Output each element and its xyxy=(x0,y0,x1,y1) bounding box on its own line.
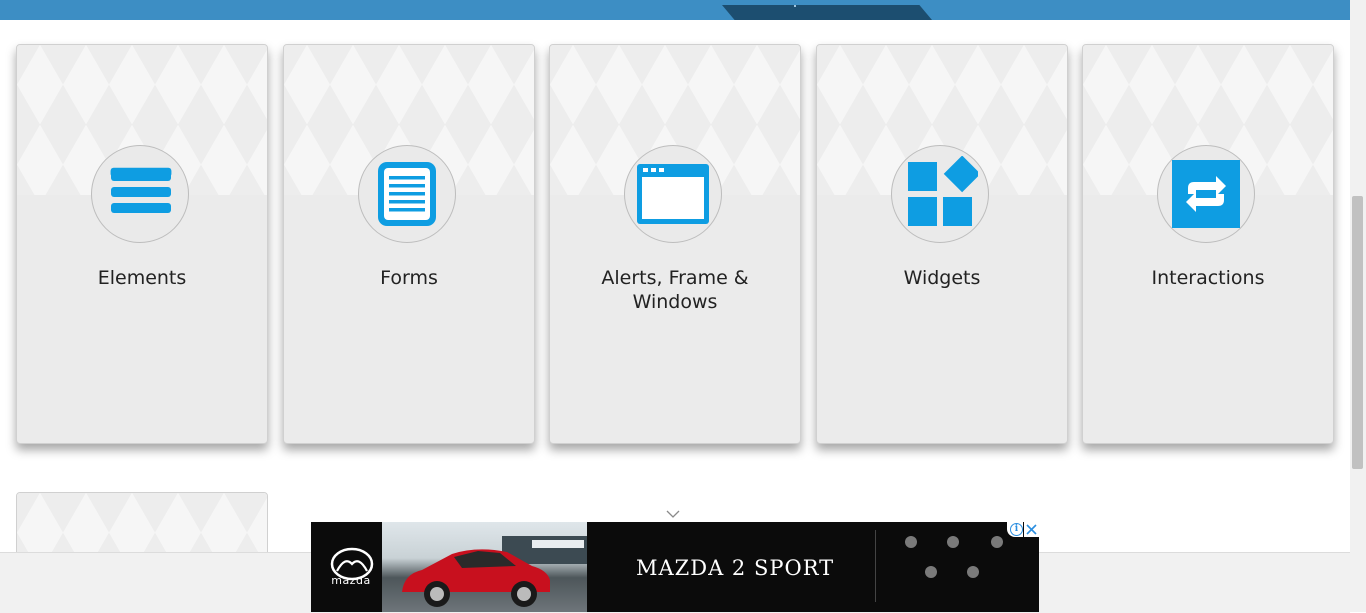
close-icon[interactable] xyxy=(1024,522,1039,537)
refresh-arrows-icon xyxy=(1172,160,1240,228)
card-icon-circle xyxy=(891,145,989,243)
header-tab[interactable] xyxy=(722,5,932,20)
ad-info-icon[interactable]: i xyxy=(1007,522,1023,537)
red-car-image xyxy=(402,549,550,607)
card-title: Alerts, Frame & Windows xyxy=(601,267,749,313)
card-forms[interactable]: Forms xyxy=(283,44,535,444)
card-icon-circle xyxy=(1157,145,1255,243)
ad-banner[interactable]: mazda MAZDA 2 SPORT i xyxy=(311,522,1039,612)
ad-feature-icon xyxy=(911,566,951,580)
list-lines-icon xyxy=(110,167,172,213)
scrollbar-thumb[interactable] xyxy=(1352,196,1363,469)
browser-window-icon xyxy=(637,164,709,224)
widget-grid-icon xyxy=(908,156,978,226)
card-icon-circle xyxy=(358,145,456,243)
ad-divider xyxy=(875,530,876,602)
mazda-logo-icon xyxy=(330,547,374,581)
card-title: Elements xyxy=(97,267,187,289)
ad-feature-icon xyxy=(891,536,931,550)
ad-feature-icon xyxy=(977,536,1017,550)
card-title: Widgets xyxy=(903,267,981,289)
card-interactions[interactable]: Interactions xyxy=(1082,44,1334,444)
card-icon-circle xyxy=(91,145,189,243)
ad-brand-text: mazda xyxy=(331,574,371,587)
ad-features xyxy=(891,536,1021,596)
card-title: Forms xyxy=(380,267,438,289)
card-title: Interactions xyxy=(1151,267,1265,289)
top-header-bar xyxy=(0,0,1350,20)
card-icon-circle xyxy=(624,145,722,243)
card-widgets[interactable]: Widgets xyxy=(816,44,1068,444)
info-icon: i xyxy=(1010,523,1023,536)
ad-car-photo xyxy=(382,522,587,612)
chevron-down-icon[interactable] xyxy=(666,509,680,519)
document-icon xyxy=(378,162,436,226)
header-tab-marker xyxy=(794,5,796,7)
ad-feature-icon xyxy=(933,536,973,550)
card-elements[interactable]: Elements xyxy=(16,44,268,444)
ad-feature-icon xyxy=(953,566,993,580)
ad-title: MAZDA 2 SPORT xyxy=(636,556,835,580)
card-alerts-frame-windows[interactable]: Alerts, Frame & Windows xyxy=(549,44,801,444)
